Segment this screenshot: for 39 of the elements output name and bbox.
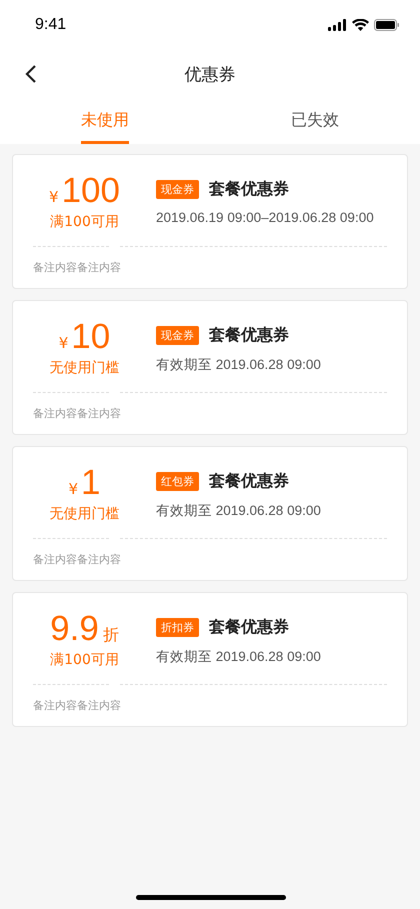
wifi-icon [352,19,369,31]
coupon-card[interactable]: ¥100 满100可用 现金券 套餐优惠券 2019.06.19 09:00–2019.06.28 09:00 备注内容备注内容 [12,154,408,289]
coupon-amount: 10 [71,316,110,356]
coupon-note: 备注内容备注内容 [33,552,122,567]
coupon-card[interactable]: ¥10 无使用门槛 现金券 套餐优惠券 有效期至 2019.06.28 09:00 备注内容备注内容 [12,300,408,435]
coupon-note: 备注内容备注内容 [33,698,122,713]
validity-period: 2019.06.19 09:00–2019.06.28 09:00 [156,210,374,225]
coupon-type-tag: 现金券 [156,180,199,199]
coupon-type-tag: 红包券 [156,472,199,491]
battery-icon [374,19,400,31]
currency-symbol: ¥ [58,334,68,352]
coupon-type-tag: 现金券 [156,326,199,345]
status-time: 9:41 [35,16,66,34]
coupon-card[interactable]: 9.9 折 满100可用 折扣券 套餐优惠券 有效期至 2019.06.28 09:00 备注内容备注内容 [12,592,408,727]
coupon-name: 套餐优惠券 [209,325,289,346]
coupon-card[interactable]: ¥1 无使用门槛 红包券 套餐优惠券 有效期至 2019.06.28 09:00 备注内容备注内容 [12,446,408,581]
coupon-amount: 9.9 [50,608,99,648]
validity-period: 有效期至 2019.06.28 09:00 [156,356,321,374]
usage-condition: 无使用门槛 [50,504,120,522]
coupon-name: 套餐优惠券 [209,617,289,638]
usage-condition: 满100可用 [50,650,119,668]
usage-condition: 满100可用 [50,212,119,230]
discount-unit: 折 [102,624,119,646]
coupon-name: 套餐优惠券 [209,179,289,200]
coupon-name: 套餐优惠券 [209,471,289,492]
usage-condition: 无使用门槛 [50,358,120,376]
coupon-amount: 1 [81,462,100,502]
tab[interactable]: 已失效 [291,98,339,144]
coupon-note: 备注内容备注内容 [33,406,122,421]
validity-period: 有效期至 2019.06.28 09:00 [156,502,321,520]
page-title: 优惠券 [184,64,236,86]
validity-period: 有效期至 2019.06.28 09:00 [156,648,321,666]
coupon-type-tag: 折扣券 [156,618,199,637]
currency-symbol: ¥ [68,480,78,498]
currency-symbol: ¥ [49,188,59,206]
coupon-amount: 100 [62,170,120,210]
signal-icon [328,19,347,31]
back-icon[interactable] [25,64,37,84]
coupon-note: 备注内容备注内容 [33,260,122,275]
